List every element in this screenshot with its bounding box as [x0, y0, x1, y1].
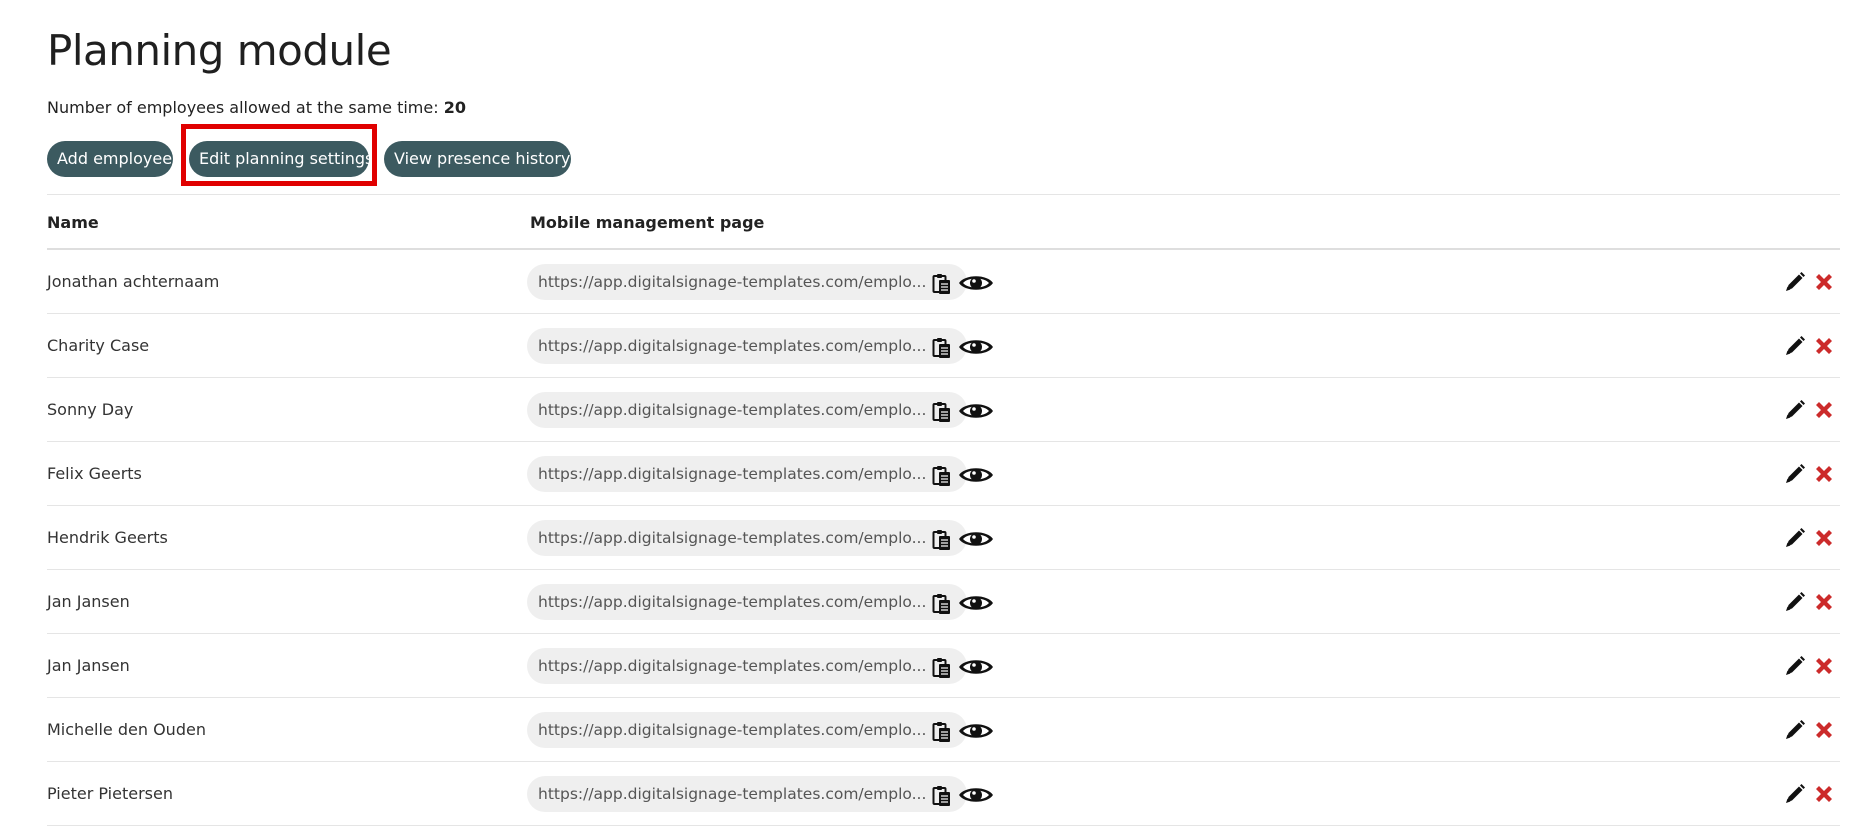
- clipboard-icon[interactable]: [932, 656, 952, 680]
- employees-allowed-info: Number of employees allowed at the same …: [47, 98, 466, 117]
- eye-icon[interactable]: [957, 655, 995, 679]
- add-employee-button[interactable]: Add employee: [47, 141, 173, 177]
- employee-name: Jan Jansen: [47, 656, 130, 675]
- close-icon[interactable]: [1812, 270, 1836, 294]
- table-row: Sonny Day https://app.digitalsignage-tem…: [47, 378, 1840, 442]
- pencil-icon[interactable]: [1784, 271, 1806, 293]
- close-icon[interactable]: [1812, 782, 1836, 806]
- mobile-page-url-field[interactable]: https://app.digitalsignage-templates.com…: [527, 648, 967, 684]
- eye-icon[interactable]: [957, 527, 995, 551]
- clipboard-icon[interactable]: [932, 464, 952, 488]
- close-icon[interactable]: [1812, 334, 1836, 358]
- eye-icon[interactable]: [957, 719, 995, 743]
- clipboard-icon[interactable]: [932, 400, 952, 424]
- close-icon[interactable]: [1812, 398, 1836, 422]
- clipboard-icon[interactable]: [932, 336, 952, 360]
- clipboard-icon[interactable]: [932, 720, 952, 744]
- employee-name: Hendrik Geerts: [47, 528, 168, 547]
- column-header-name: Name: [47, 213, 99, 232]
- close-icon[interactable]: [1812, 590, 1836, 614]
- table-row: Michelle den Ouden https://app.digitalsi…: [47, 698, 1840, 762]
- table-row: Jan Jansen https://app.digitalsignage-te…: [47, 570, 1840, 634]
- employee-name: Pieter Pietersen: [47, 784, 173, 803]
- employees-allowed-label: Number of employees allowed at the same …: [47, 98, 439, 117]
- mobile-page-url-field[interactable]: https://app.digitalsignage-templates.com…: [527, 456, 967, 492]
- table-row: Felix Geerts https://app.digitalsignage-…: [47, 442, 1840, 506]
- mobile-page-url-field[interactable]: https://app.digitalsignage-templates.com…: [527, 712, 967, 748]
- table-row: Charity Case https://app.digitalsignage-…: [47, 314, 1840, 378]
- clipboard-icon[interactable]: [932, 272, 952, 296]
- employee-name: Jonathan achternaam: [47, 272, 220, 291]
- mobile-page-url-field[interactable]: https://app.digitalsignage-templates.com…: [527, 392, 967, 428]
- close-icon[interactable]: [1812, 718, 1836, 742]
- mobile-page-url-field[interactable]: https://app.digitalsignage-templates.com…: [527, 776, 967, 812]
- pencil-icon[interactable]: [1784, 783, 1806, 805]
- page-title: Planning module: [47, 26, 392, 75]
- employee-name: Charity Case: [47, 336, 150, 355]
- table-row: Jan Jansen https://app.digitalsignage-te…: [47, 634, 1840, 698]
- pencil-icon[interactable]: [1784, 527, 1806, 549]
- close-icon[interactable]: [1812, 526, 1836, 550]
- eye-icon[interactable]: [957, 463, 995, 487]
- close-icon[interactable]: [1812, 462, 1836, 486]
- clipboard-icon[interactable]: [932, 784, 952, 808]
- eye-icon[interactable]: [957, 591, 995, 615]
- pencil-icon[interactable]: [1784, 591, 1806, 613]
- table-header: Name Mobile management page: [47, 194, 1840, 250]
- eye-icon[interactable]: [957, 335, 995, 359]
- eye-icon[interactable]: [957, 399, 995, 423]
- pencil-icon[interactable]: [1784, 399, 1806, 421]
- mobile-page-url-field[interactable]: https://app.digitalsignage-templates.com…: [527, 584, 967, 620]
- table-row: Pieter Pietersen https://app.digitalsign…: [47, 762, 1840, 826]
- mobile-page-url-field[interactable]: https://app.digitalsignage-templates.com…: [527, 264, 967, 300]
- employee-name: Jan Jansen: [47, 592, 130, 611]
- pencil-icon[interactable]: [1784, 655, 1806, 677]
- column-header-mobile-page: Mobile management page: [530, 213, 765, 232]
- mobile-page-url-field[interactable]: https://app.digitalsignage-templates.com…: [527, 328, 967, 364]
- mobile-page-url-field[interactable]: https://app.digitalsignage-templates.com…: [527, 520, 967, 556]
- employee-name: Michelle den Ouden: [47, 720, 206, 739]
- employee-name: Sonny Day: [47, 400, 134, 419]
- eye-icon[interactable]: [957, 783, 995, 807]
- employee-table-body: Jonathan achternaam https://app.digitals…: [47, 250, 1840, 826]
- employee-name: Felix Geerts: [47, 464, 142, 483]
- view-presence-history-button[interactable]: View presence history: [384, 141, 571, 177]
- edit-planning-settings-button[interactable]: Edit planning settings: [189, 141, 373, 177]
- table-row: Hendrik Geerts https://app.digitalsignag…: [47, 506, 1840, 570]
- employees-allowed-value: 20: [443, 98, 466, 117]
- clipboard-icon[interactable]: [932, 528, 952, 552]
- table-row: Jonathan achternaam https://app.digitals…: [47, 250, 1840, 314]
- close-icon[interactable]: [1812, 654, 1836, 678]
- eye-icon[interactable]: [957, 271, 995, 295]
- pencil-icon[interactable]: [1784, 335, 1806, 357]
- clipboard-icon[interactable]: [932, 592, 952, 616]
- pencil-icon[interactable]: [1784, 719, 1806, 741]
- pencil-icon[interactable]: [1784, 463, 1806, 485]
